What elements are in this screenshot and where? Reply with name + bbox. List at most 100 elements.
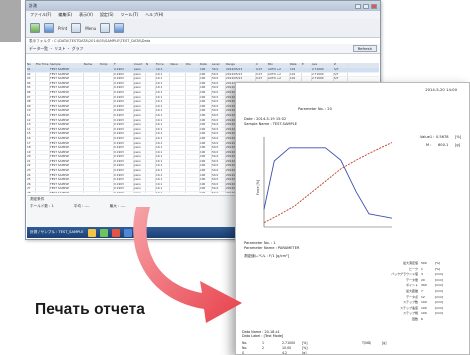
- table-cell: [146, 95, 156, 100]
- grid-icon[interactable]: [114, 23, 125, 33]
- table-cell: [146, 81, 156, 86]
- table-cell: AUTO +2: [268, 72, 290, 77]
- table-cell: 100: [200, 132, 212, 136]
- report-result-cell: S: [242, 351, 245, 355]
- table-cell: 100: [200, 169, 212, 173]
- table-cell: [100, 86, 114, 90]
- open-icon[interactable]: [30, 23, 40, 33]
- table-cell: 10.1: [156, 182, 170, 187]
- table-cell: [36, 123, 50, 127]
- table-cell: [36, 155, 50, 159]
- table-cell: 0.1903: [114, 187, 134, 192]
- table-cell: [84, 155, 100, 159]
- table-cell: 100: [200, 141, 212, 146]
- table-cell: [100, 100, 114, 104]
- app-icon[interactable]: [99, 228, 108, 237]
- table-cell: [186, 155, 200, 159]
- table-cell: TEST SAMPLE: [50, 182, 84, 187]
- table-cell: [36, 187, 50, 192]
- table-cell: pwrs: [134, 81, 146, 86]
- table-cell: [170, 169, 186, 173]
- table-cell: 27: [27, 187, 36, 192]
- report-param-name: Parameter Name : PARAMETER: [244, 246, 300, 250]
- menu-item-settings[interactable]: 設定(S): [100, 12, 114, 18]
- table-cell: [170, 127, 186, 132]
- table-cell: pwrs: [134, 72, 146, 77]
- table-cell: 50.0: [212, 192, 226, 193]
- table-cell: 05: [27, 86, 36, 90]
- menu-item-help[interactable]: ヘルプ(H): [145, 12, 163, 18]
- table-cell: AUTO +2: [268, 77, 290, 81]
- table-cell: TEST SAMPLE: [50, 132, 84, 136]
- close-button[interactable]: [371, 3, 377, 9]
- table-cell: [100, 95, 114, 100]
- menu-item-tools[interactable]: ツール(T): [121, 12, 139, 18]
- table-cell: 0.07: [256, 77, 268, 81]
- print-icon[interactable]: [44, 23, 54, 33]
- table-cell: [146, 86, 156, 90]
- printed-report: 2014-5-20 14:00 Parameter No. : 20 Date …: [235, 82, 470, 355]
- table-cell: 0.07: [256, 68, 268, 72]
- table-cell: [170, 118, 186, 123]
- menu-item-view[interactable]: 表示(V): [79, 12, 93, 18]
- table-cell: [100, 169, 114, 173]
- table-cell: 101: [290, 68, 302, 72]
- table-cell: 10.1: [156, 173, 170, 178]
- table-cell: TEST SAMPLE: [50, 150, 84, 155]
- table-cell: 10.1: [156, 187, 170, 192]
- table-cell: TEST SAMPLE: [50, 169, 84, 173]
- table-cell: [36, 90, 50, 95]
- table-cell: [36, 77, 50, 81]
- table-cell: [186, 109, 200, 113]
- media-icon[interactable]: [111, 228, 120, 237]
- table-cell: pwrs: [134, 132, 146, 136]
- table-cell: pwrs: [134, 90, 146, 95]
- minimize-button[interactable]: [355, 3, 361, 9]
- table-cell: 10.1: [156, 155, 170, 159]
- table-cell: [170, 113, 186, 118]
- report-result-cell: 4.2: [282, 351, 288, 355]
- table-cell: 50.0: [212, 95, 226, 100]
- table-cell: [84, 109, 100, 113]
- menu-item-file[interactable]: ファイル(F): [30, 12, 51, 18]
- menu-icon[interactable]: [71, 23, 82, 33]
- table-cell: [186, 113, 200, 118]
- table-cell: [36, 150, 50, 155]
- table-cell: [36, 109, 50, 113]
- table-cell: [84, 72, 100, 77]
- table-cell: 10.1: [156, 192, 170, 193]
- table-cell: [186, 118, 200, 123]
- table-cell: [36, 95, 50, 100]
- menu-bar: ファイル(F) 編集(E) 表示(V) 設定(S) ツール(T) ヘルプ(H): [26, 11, 380, 19]
- table-cell: [84, 100, 100, 104]
- summary-max: 最大 : ----: [109, 204, 126, 208]
- table-cell: 2014/05/13: [226, 72, 256, 77]
- table-cell: 24: [27, 173, 36, 178]
- tab-list[interactable]: データ一覧 ・ リスト ・ グラフ: [29, 46, 83, 52]
- refresh-button[interactable]: Refresh: [352, 45, 377, 52]
- table-cell: 50.0: [212, 90, 226, 95]
- table-cell: pwrs: [134, 169, 146, 173]
- print-button-label[interactable]: Print: [58, 26, 67, 31]
- table-cell: 0.1903: [114, 68, 134, 72]
- table-cell: 10.1: [156, 136, 170, 141]
- home-icon[interactable]: [100, 23, 111, 33]
- table-cell: [36, 118, 50, 123]
- report-value2-label: M :: [426, 143, 432, 147]
- menu-button-label[interactable]: Menu: [85, 26, 96, 31]
- table-cell: [146, 146, 156, 150]
- table-cell: 50.0: [212, 113, 226, 118]
- table-cell: [170, 173, 186, 178]
- table-cell: 10.1: [156, 68, 170, 72]
- table-cell: [100, 136, 114, 141]
- menu-item-edit[interactable]: 編集(E): [58, 12, 72, 18]
- table-cell: [186, 192, 200, 193]
- table-cell: 0.1903: [114, 192, 134, 193]
- report-data-label: Data Label : [Test Mode]: [242, 334, 284, 338]
- table-cell: pwrs: [134, 95, 146, 100]
- maximize-button[interactable]: [363, 3, 369, 9]
- folder-icon[interactable]: [87, 228, 96, 237]
- table-cell: [186, 173, 200, 178]
- table-cell: 13: [27, 123, 36, 127]
- table-cell: 50.0: [212, 77, 226, 81]
